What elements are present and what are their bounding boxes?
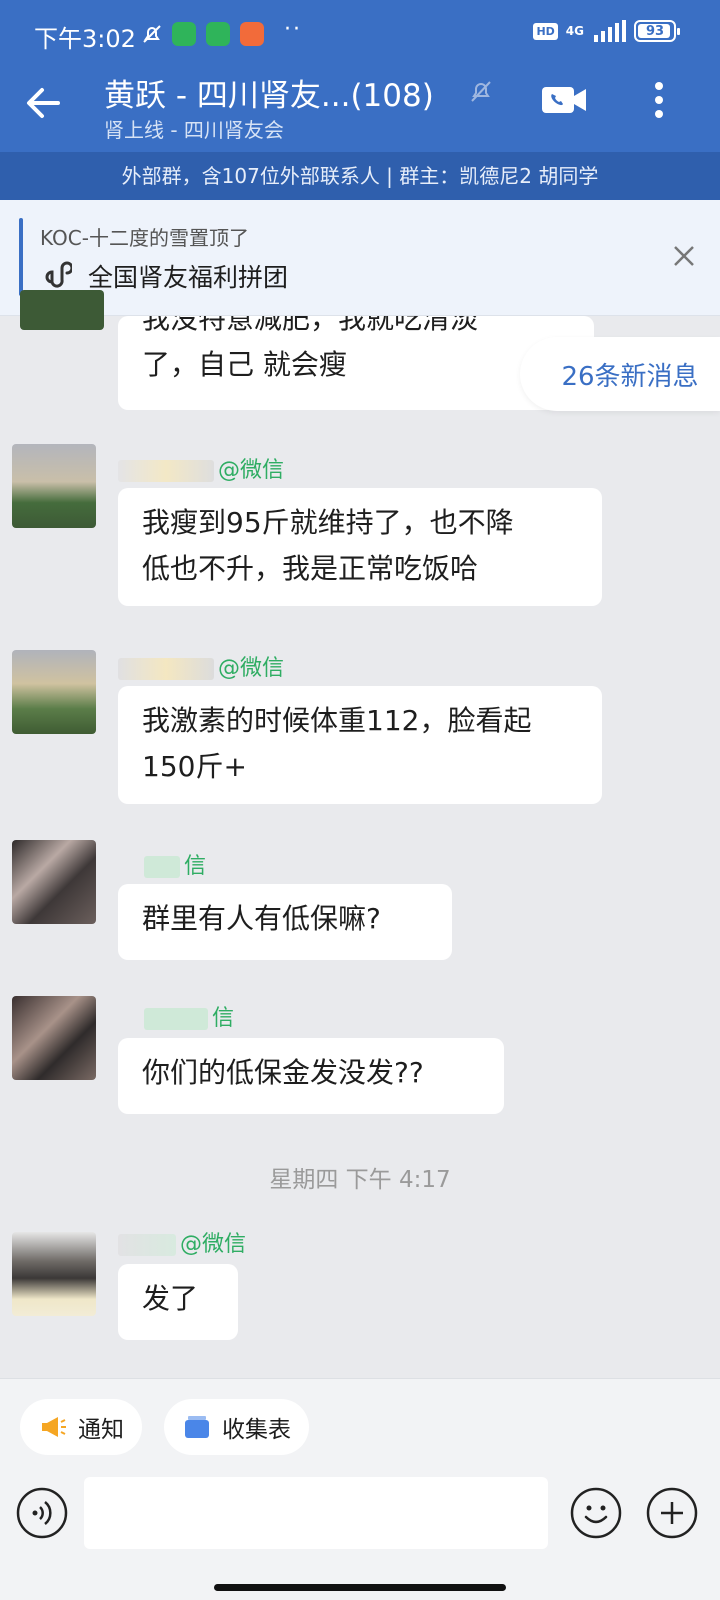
message-bubble[interactable]: 我瘦到95斤就维持了，也不降 低也不升，我是正常吃饭哈 — [118, 488, 602, 606]
sender-suffix: @微信 — [180, 1232, 247, 1257]
sender-name[interactable]: @微信 — [118, 650, 285, 681]
message-line: 发了 — [142, 1282, 199, 1315]
message-line: 低也不升，我是正常吃饭哈 — [142, 552, 479, 585]
message-line: 我没特意减肥，我就吃清淡 — [142, 316, 479, 335]
home-indicator[interactable] — [214, 1584, 506, 1591]
pinned-text: 全国肾友福利拼团 — [88, 263, 289, 292]
pinned-accent-bar — [19, 218, 23, 296]
message-bubble[interactable]: 你们的低保金发没发?? — [118, 1038, 504, 1114]
status-time: 下午3:02 — [34, 25, 136, 53]
message-line: 我瘦到95斤就维持了，也不降 — [142, 506, 514, 539]
more-options-button[interactable] — [644, 78, 674, 122]
sender-suffix: @微信 — [218, 656, 285, 681]
redacted-name — [118, 460, 214, 482]
battery-level: 93 — [645, 23, 665, 39]
avatar[interactable] — [20, 290, 104, 330]
sender-name[interactable]: 信 — [144, 848, 207, 879]
shopping-app-icon — [240, 22, 264, 46]
chat-title: 黄跃 - 四川肾友...(108) — [104, 78, 434, 114]
megaphone-icon — [42, 1417, 66, 1437]
muted-bell-icon — [471, 81, 491, 102]
avatar[interactable] — [12, 444, 96, 528]
mute-notification-icon — [143, 25, 161, 43]
more-notifications-indicator: ·· — [284, 17, 302, 42]
back-button[interactable] — [18, 78, 68, 128]
chat-subtitle: 肾上线 - 四川肾友会 — [104, 118, 284, 142]
message-bubble[interactable]: 群里有人有低保嘛? — [118, 884, 452, 960]
video-call-button[interactable] — [540, 84, 588, 116]
message-line: 150斤+ — [142, 750, 247, 783]
message-line: 你们的低保金发没发?? — [142, 1056, 424, 1089]
plus-button[interactable] — [646, 1487, 698, 1539]
redacted-name — [144, 856, 180, 878]
sender-name[interactable]: @微信 — [118, 452, 285, 483]
notice-label: 通知 — [78, 1417, 124, 1443]
sender-name[interactable]: 信 — [144, 1000, 235, 1031]
close-icon[interactable] — [670, 242, 698, 270]
voice-input-button[interactable] — [16, 1487, 68, 1539]
pinned-by: KOC-十二度的雪置顶了 — [40, 226, 249, 250]
message-line: 群里有人有低保嘛? — [142, 902, 381, 935]
time-divider: 星期四 下午 4:17 — [269, 1167, 451, 1193]
battery-icon: 93 — [634, 20, 680, 42]
wechat-icon — [206, 22, 230, 46]
collection-form-label: 收集表 — [222, 1417, 291, 1443]
avatar[interactable] — [12, 996, 96, 1080]
sender-suffix: @微信 — [218, 458, 285, 483]
avatar[interactable] — [12, 1232, 96, 1316]
collection-form-button[interactable]: 收集表 — [164, 1399, 309, 1455]
notice-button[interactable]: 通知 — [20, 1399, 142, 1455]
status-right: HD 4G 93 — [533, 20, 680, 42]
sender-name[interactable]: @微信 — [118, 1226, 247, 1257]
signal-icon — [594, 20, 626, 42]
security-app-icon — [172, 22, 196, 46]
message-line: 我激素的时候体重112，脸看起 — [142, 704, 532, 737]
new-messages-button[interactable]: 26条新消息 — [520, 337, 720, 411]
redacted-name — [118, 658, 214, 680]
sender-suffix: 信 — [212, 1006, 235, 1031]
message-line: 了，自己 就会瘦 — [142, 348, 347, 381]
input-area: 通知 收集表 — [0, 1378, 720, 1600]
message-bubble[interactable]: 发了 — [118, 1264, 238, 1340]
message-bubble[interactable]: 我激素的时候体重112，脸看起 150斤+ — [118, 686, 602, 804]
avatar[interactable] — [12, 840, 96, 924]
message-input[interactable] — [84, 1477, 548, 1549]
status-bar: 下午3:02 ·· HD 4G 93 — [0, 0, 720, 70]
redacted-name — [118, 1234, 176, 1256]
pinned-message[interactable]: KOC-十二度的雪置顶了 全国肾友福利拼团 — [0, 200, 720, 316]
emoji-button[interactable] — [570, 1487, 622, 1539]
avatar[interactable] — [12, 650, 96, 734]
group-info-bar[interactable]: 外部群，含107位外部联系人 | 群主：凯德尼2 胡同学 — [0, 152, 720, 200]
chat-header: 下午3:02 ·· HD 4G 93 黄跃 - 四川肾友...(108) 肾上线… — [0, 0, 720, 152]
hd-badge: HD — [533, 22, 558, 40]
redacted-name — [144, 1008, 208, 1030]
mini-program-icon — [45, 261, 72, 288]
network-type: 4G — [565, 24, 584, 38]
form-icon — [185, 1416, 209, 1438]
sender-suffix: 信 — [184, 854, 207, 879]
